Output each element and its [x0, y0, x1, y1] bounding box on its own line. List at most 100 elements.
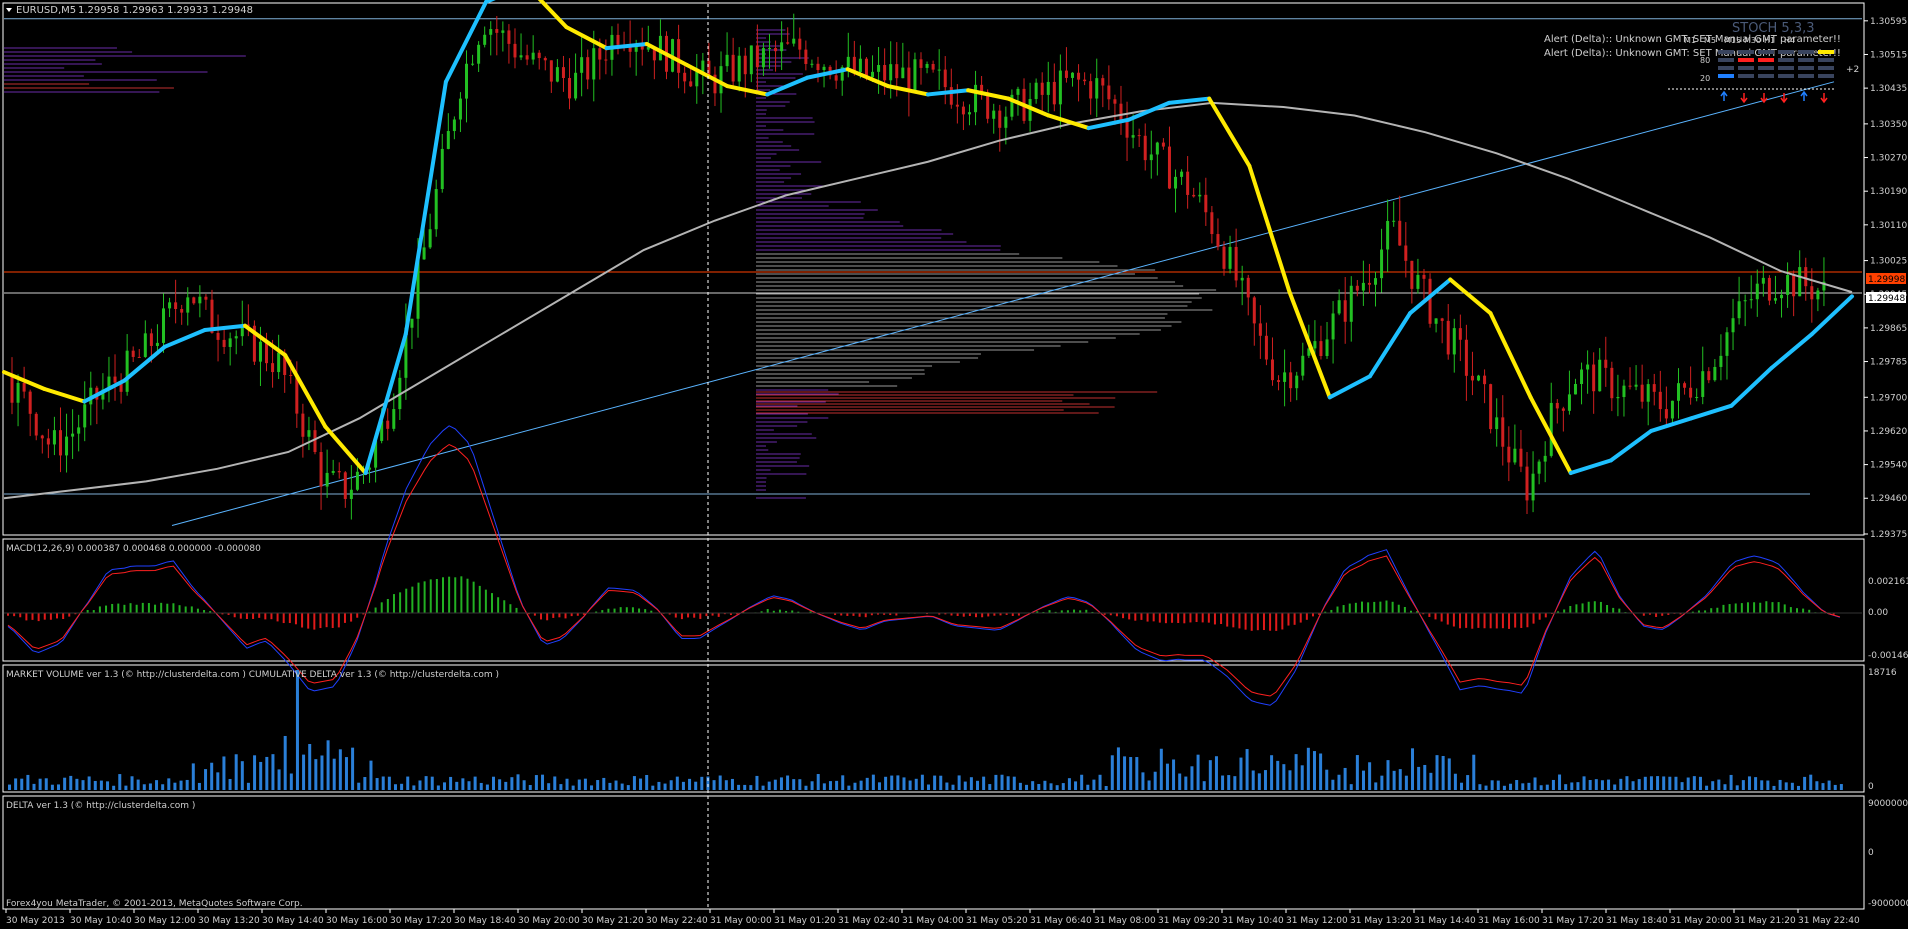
volume-bar	[1190, 766, 1194, 790]
fast-ma-segment	[1126, 100, 1172, 122]
candle-body	[1616, 397, 1620, 399]
volume-bar	[988, 784, 992, 790]
volume-bar	[314, 759, 318, 790]
volume-bar	[50, 784, 54, 790]
mtf-cell	[1778, 50, 1794, 54]
volume-bar	[197, 782, 201, 790]
mtf-cell	[1758, 66, 1774, 70]
candle-body	[907, 67, 911, 92]
candle-body	[1804, 267, 1808, 287]
volume-bar	[1711, 781, 1715, 790]
candle-body	[943, 69, 947, 88]
candle-body	[258, 341, 262, 362]
volume-bar	[749, 785, 753, 790]
candle-body	[1658, 391, 1662, 410]
volume-bar	[908, 780, 912, 790]
macd-tick-top: 0.002161	[1868, 577, 1908, 587]
dropdown-triangle-icon[interactable]	[6, 8, 12, 12]
delta-tick-top: 9000000	[1868, 799, 1908, 809]
candle-body	[1725, 332, 1729, 356]
volume-bar	[155, 780, 159, 790]
candle-body	[1580, 369, 1584, 385]
volume-bar	[614, 780, 618, 790]
volume-bar	[914, 778, 918, 790]
volume-bar	[1796, 785, 1800, 790]
volume-bar	[859, 780, 863, 790]
candle-body	[598, 48, 602, 60]
volume-bar	[920, 774, 924, 790]
candle-body	[1646, 384, 1650, 402]
volume-bar	[1649, 776, 1653, 790]
candle-body	[695, 71, 699, 87]
candle-body	[1737, 301, 1741, 319]
candle-body	[701, 60, 705, 72]
candle-body	[1628, 385, 1632, 387]
fast-ma-segment	[1608, 428, 1654, 463]
candle-body	[337, 471, 341, 473]
fast-ma-segment	[537, 0, 569, 30]
delta-tick-zero: 0	[1868, 848, 1874, 858]
candle-body	[125, 350, 129, 392]
candle-body	[1131, 135, 1135, 138]
candle-body	[162, 308, 165, 343]
volume-bar	[632, 776, 636, 790]
mtf-plus-label: +2	[1846, 65, 1859, 75]
volume-bar	[816, 774, 820, 790]
volume-bar	[1221, 775, 1225, 790]
candle-body	[198, 296, 202, 304]
candle-body	[816, 63, 820, 71]
volume-bar	[400, 783, 404, 790]
fast-ma-segment	[1207, 96, 1252, 168]
volume-bar	[1080, 774, 1084, 790]
volume-bar	[485, 784, 489, 790]
volume-bar	[57, 784, 61, 790]
volume-bar	[1147, 780, 1151, 790]
volume-bar	[657, 781, 661, 790]
volume-bar	[326, 740, 330, 790]
volume-bar	[240, 761, 244, 790]
volume-bar	[228, 778, 232, 790]
mtf-cell	[1738, 74, 1754, 78]
volume-bar	[492, 776, 496, 790]
fast-ma-segment	[323, 424, 368, 476]
volume-bar	[1821, 783, 1825, 790]
candle-body	[1537, 461, 1541, 474]
candle-body	[489, 29, 493, 35]
candle-body	[1664, 409, 1668, 419]
trading-chart[interactable]: EURUSD,M5 1.29958 1.29963 1.29933 1.2994…	[0, 0, 1908, 929]
candle-body	[507, 30, 511, 44]
volume-bar	[553, 776, 557, 790]
candle-body	[519, 55, 523, 58]
macd-tick-zero: 0.00	[1868, 608, 1888, 618]
time-tick-label: 31 May 16:00	[1478, 916, 1540, 926]
volume-bar	[81, 780, 85, 790]
volume-bar	[1460, 782, 1464, 790]
volume-bar	[939, 775, 943, 790]
volume-bar	[1760, 780, 1764, 790]
candle-body	[471, 63, 475, 65]
candle-body	[1501, 417, 1505, 447]
volume-bar	[8, 784, 11, 790]
volume-bar	[694, 781, 698, 790]
volume-bar	[1012, 776, 1016, 790]
volume-bar	[69, 775, 73, 790]
mtf-cell	[1718, 58, 1734, 62]
volume-bar	[1374, 782, 1378, 790]
volume-bar	[1521, 783, 1525, 790]
candle-body	[1604, 359, 1608, 368]
candle-body	[52, 430, 56, 445]
candle-body	[1780, 294, 1784, 299]
volume-bar	[20, 778, 24, 790]
candle-body	[1816, 290, 1820, 300]
candle-body	[798, 38, 802, 50]
delta-tick-bottom: -9000000	[1868, 899, 1908, 909]
alert-text-2: Alert (Delta):: Unknown GMT: SET Manual …	[1544, 48, 1841, 59]
volume-bar	[1074, 781, 1078, 790]
mtf-cell	[1738, 58, 1754, 62]
volume-bar	[1251, 770, 1255, 790]
candle-body	[604, 59, 608, 61]
candle-body	[222, 339, 226, 347]
candle-body	[913, 59, 917, 92]
volume-bar	[608, 782, 612, 790]
volume-bar	[1257, 773, 1261, 790]
